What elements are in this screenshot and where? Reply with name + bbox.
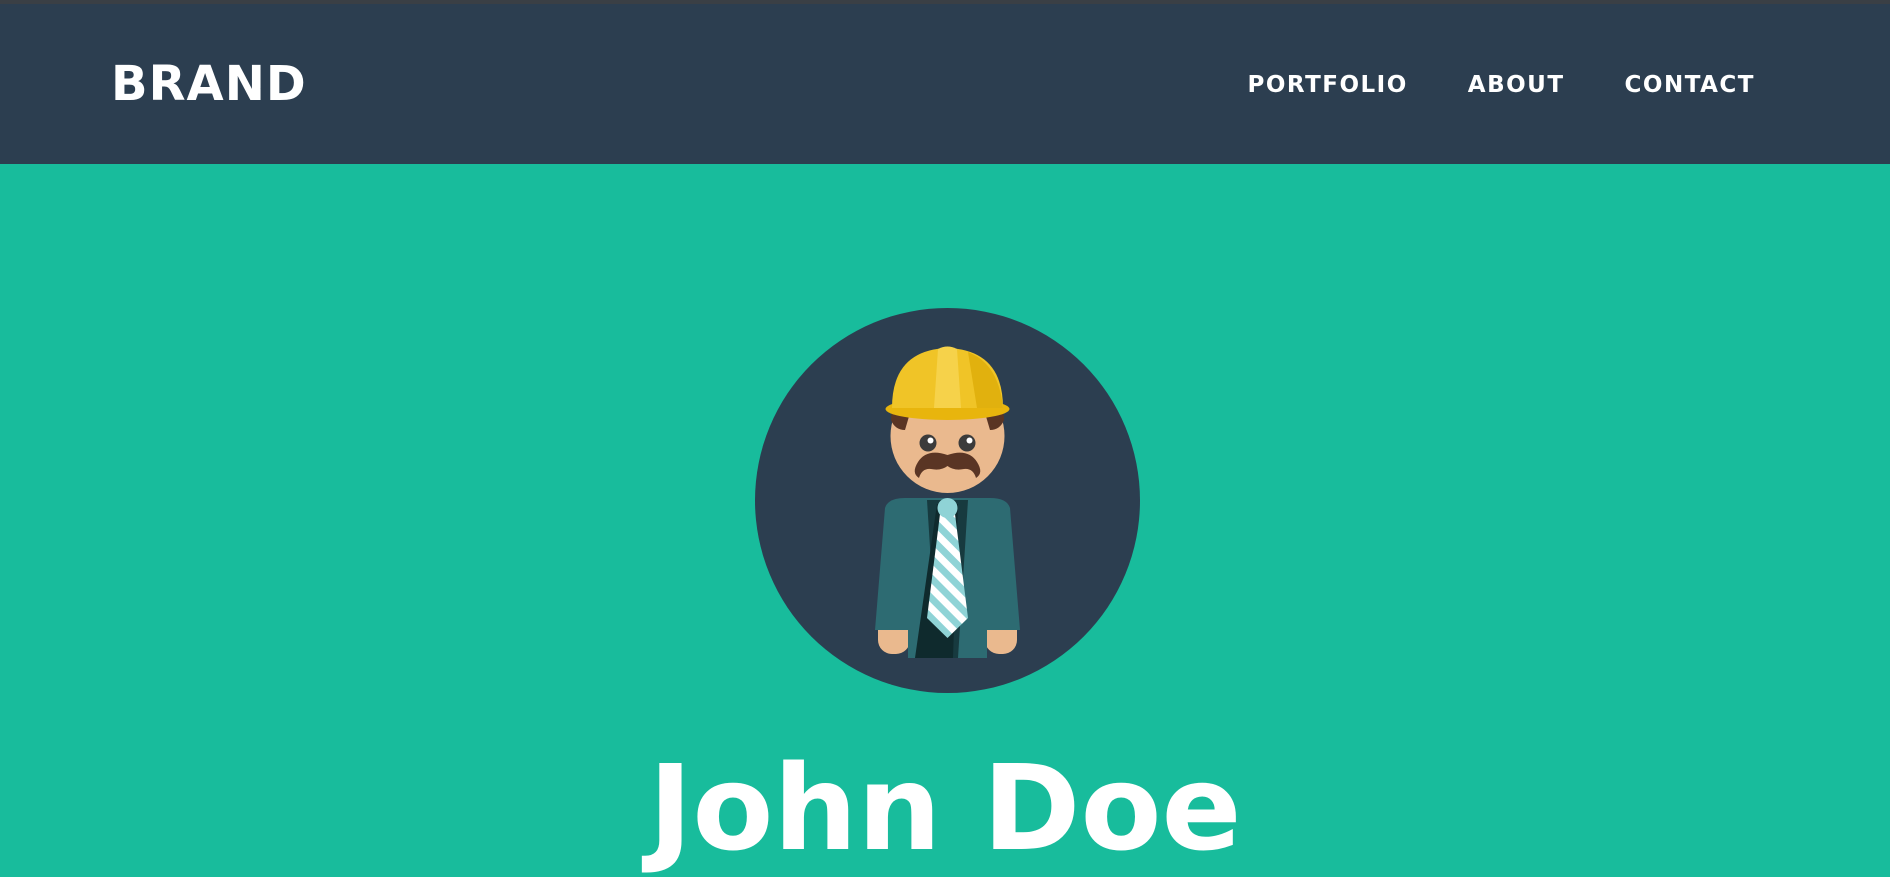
hero-section: John Doe: [0, 164, 1890, 877]
nav-links: PORTFOLIO ABOUT CONTACT: [1187, 72, 1755, 98]
nav-link-contact[interactable]: CONTACT: [1625, 72, 1755, 98]
nav-link-about[interactable]: ABOUT: [1468, 72, 1565, 98]
construction-worker-avatar-icon: [755, 308, 1140, 693]
brand-logo-link[interactable]: BRAND: [111, 56, 307, 112]
navbar: BRAND PORTFOLIO ABOUT CONTACT: [0, 4, 1890, 164]
hero-name-heading: John Doe: [648, 739, 1242, 877]
nav-link-portfolio[interactable]: PORTFOLIO: [1247, 72, 1407, 98]
